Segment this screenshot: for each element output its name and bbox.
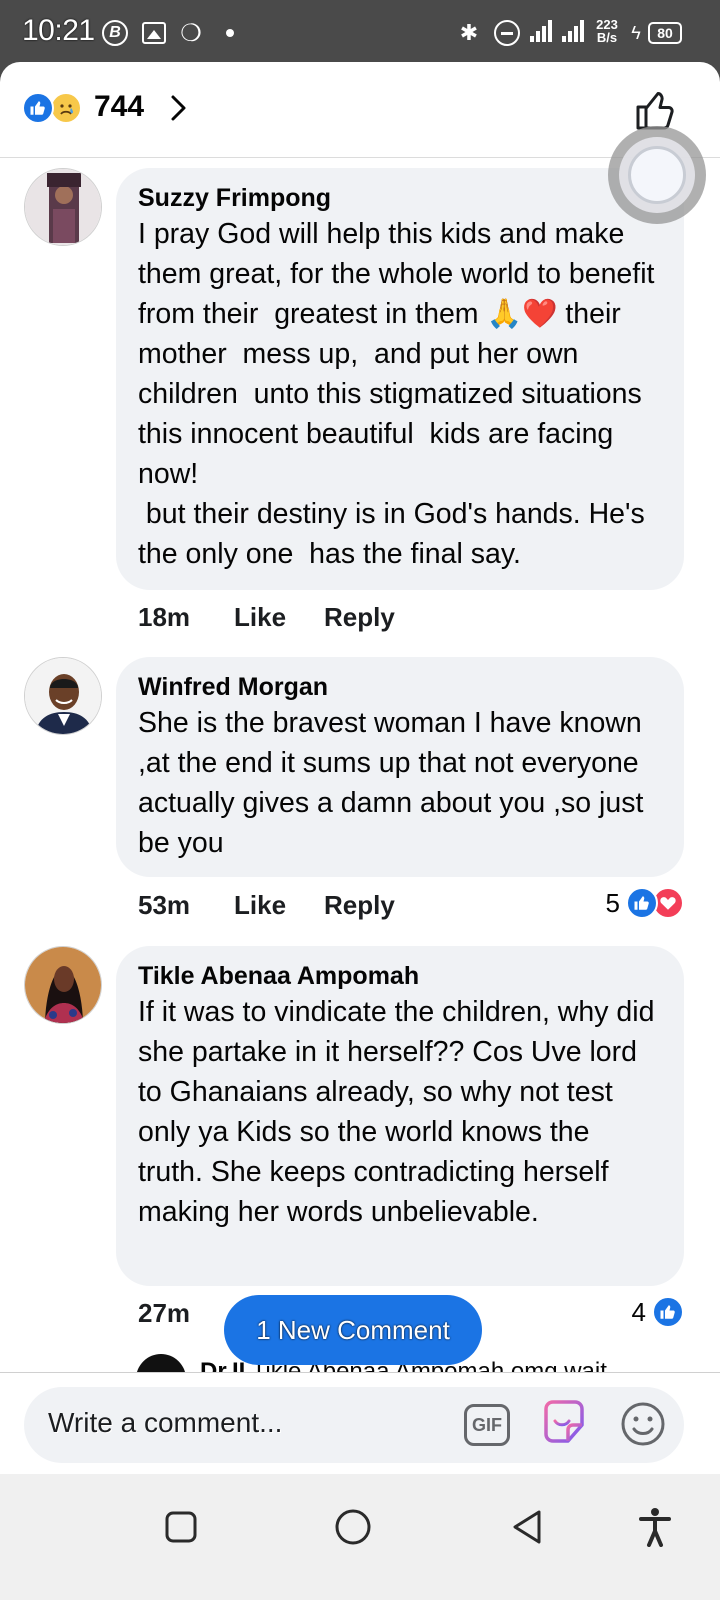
comment-actions: 27m: [138, 1296, 234, 1330]
reply-button[interactable]: Reply: [324, 890, 395, 921]
comment-actions: 18m Like Reply: [138, 600, 395, 634]
system-nav-bar: [0, 1474, 720, 1600]
assistive-touch-ring: [619, 137, 695, 213]
network-speed: 223 B/s: [592, 16, 622, 46]
avatar[interactable]: [24, 657, 102, 735]
reaction-header[interactable]: 744: [0, 62, 720, 158]
comment-input[interactable]: Write a comment... GIF: [24, 1387, 684, 1463]
comment-text: I pray God will help this kids and make …: [138, 218, 655, 570]
like-button[interactable]: Like: [234, 890, 324, 921]
status-bar: 10:21 B ❍ ✱ 223 B/s ϟ 80: [0, 0, 720, 64]
comment-time: 18m: [138, 601, 191, 632]
back-icon[interactable]: [504, 1504, 550, 1550]
signal-4g-icon: [560, 18, 586, 42]
recents-icon[interactable]: [158, 1504, 204, 1550]
comment-bubble[interactable]: Tikle Abenaa Ampomah If it was to vindic…: [116, 946, 684, 1286]
comment-composer-bar: Write a comment... GIF: [0, 1372, 720, 1474]
gif-button[interactable]: GIF: [464, 1404, 510, 1446]
b-badge-icon: B: [102, 20, 128, 46]
comment-bubble[interactable]: Suzzy Frimpong I pray God will help this…: [116, 168, 684, 590]
commenter-name[interactable]: Winfred Morgan: [138, 671, 662, 703]
like-button[interactable]: Like: [234, 602, 324, 633]
like-reaction-icon: [652, 1296, 684, 1328]
do-not-disturb-icon: [494, 20, 520, 46]
comment-reaction-count: 4: [631, 1296, 646, 1327]
comment-actions: 53m Like Reply: [138, 888, 395, 922]
reaction-count: 744: [94, 90, 145, 123]
accessibility-icon[interactable]: [632, 1504, 678, 1550]
avatar[interactable]: [24, 168, 102, 246]
network-speed-unit: B/s: [596, 30, 618, 45]
commenter-name[interactable]: Suzzy Frimpong: [138, 182, 662, 214]
new-comment-button[interactable]: 1 New Comment: [224, 1295, 482, 1365]
comment-bubble[interactable]: Winfred Morgan She is the bravest woman …: [116, 657, 684, 877]
swirl-app-icon: ❍: [180, 19, 202, 47]
like-reaction-icon: [22, 92, 54, 124]
notification-dot-icon: [226, 29, 234, 37]
comment-time: 27m: [138, 1297, 191, 1328]
status-time: 10:21: [22, 14, 95, 47]
comment-text: If it was to vindicate the children, why…: [138, 996, 663, 1228]
sad-reaction-icon: [50, 92, 82, 124]
charging-icon: ϟ: [631, 22, 641, 43]
comment-reactions[interactable]: 4: [632, 1296, 684, 1328]
like-reaction-icon: [626, 887, 658, 919]
assistive-touch-button[interactable]: [608, 126, 706, 224]
bluetooth-icon: ✱: [459, 20, 479, 45]
reply-button[interactable]: Reply: [324, 602, 395, 633]
comment-input-placeholder: Write a comment...: [48, 1407, 283, 1438]
emoji-icon[interactable]: [620, 1401, 666, 1447]
signal-icon: [528, 18, 554, 42]
battery-level: 80: [657, 25, 673, 41]
avatar[interactable]: [24, 946, 102, 1024]
comment-reaction-count: 5: [605, 887, 620, 918]
sticker-icon[interactable]: [540, 1399, 588, 1449]
commenter-name[interactable]: Tikle Abenaa Ampomah: [138, 960, 662, 992]
assistive-touch-core: [628, 146, 686, 204]
comment-time: 53m: [138, 889, 191, 920]
comment-text: She is the bravest woman I have known ,a…: [138, 707, 652, 859]
battery-icon: 80: [648, 22, 682, 44]
gallery-icon: [142, 22, 166, 44]
comments-sheet: 744 Suzzy Frimpong I pray God will help …: [0, 62, 720, 1474]
comment-reactions[interactable]: 5: [606, 887, 684, 919]
home-icon[interactable]: [330, 1504, 376, 1550]
chevron-right-icon[interactable]: [162, 92, 194, 124]
